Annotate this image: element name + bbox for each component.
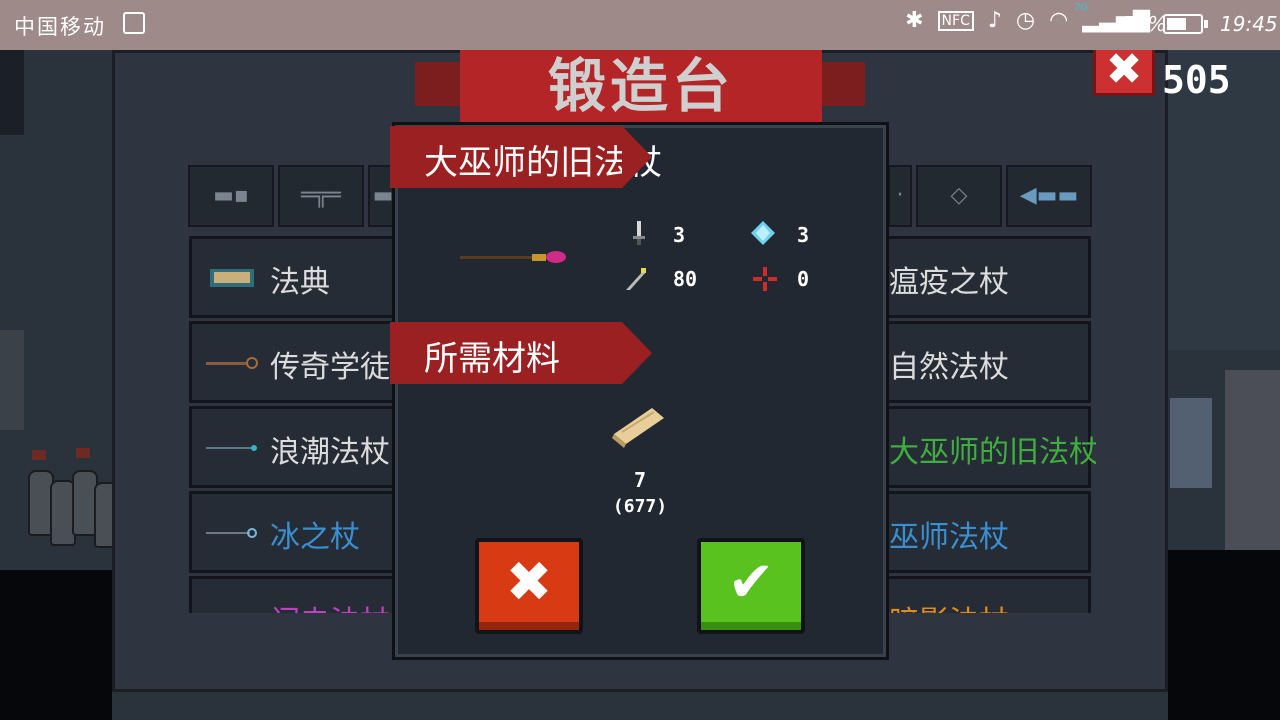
damage-value: 3 xyxy=(673,223,686,247)
fish-tab-icon: ◀▬▬ xyxy=(1019,183,1079,208)
cancel-button[interactable]: ✖ xyxy=(475,538,583,634)
crit-quill-icon xyxy=(626,268,646,290)
precision-value: 0 xyxy=(797,267,810,291)
banner-wing-right xyxy=(815,62,865,106)
list-item[interactable]: 大巫师的旧法杖 xyxy=(886,406,1096,488)
materials-heading: 所需材料 xyxy=(424,339,560,379)
weapon-name: 大巫师的旧法杖 xyxy=(424,143,662,183)
item-label: 瘟疫之杖 xyxy=(889,265,1009,300)
staff-sprite xyxy=(460,251,566,263)
bow-tab-icon: · xyxy=(896,183,904,208)
tank-valve xyxy=(76,448,90,458)
item-label: 大巫师的旧法杖 xyxy=(889,435,1096,470)
tab-rifle[interactable]: ═╦═ xyxy=(278,165,364,227)
item-label: 巫师法杖 xyxy=(889,520,1009,555)
forge-title-banner: 锻造台 xyxy=(415,50,865,126)
material-owned: (677) xyxy=(612,496,668,517)
carrier-name: 中国移动 xyxy=(14,15,106,39)
timber-material-icon xyxy=(612,408,664,448)
tab-shuriken[interactable]: ◇ xyxy=(916,165,1002,227)
list-item[interactable]: 暗影法杖 xyxy=(886,576,1091,613)
tab-fish[interactable]: ◀▬▬ xyxy=(1006,165,1092,227)
network-badge: 2G xyxy=(1074,2,1089,13)
item-label: 闪电法杖 xyxy=(270,597,390,613)
tank-valve xyxy=(32,450,46,460)
status-bar: 中国移动 ✱ NFC ♪ ◷ ◠ ▂▃▅▇ 2G 58% 19:45 xyxy=(0,0,1280,50)
close-icon: ✖ xyxy=(505,550,553,615)
apprentice-staff-icon xyxy=(206,357,258,369)
item-label: 传奇学徒 xyxy=(270,350,390,385)
forge-title: 锻造台 xyxy=(547,52,734,120)
checkmark-icon: ✔ xyxy=(727,550,775,615)
banner-wing-left xyxy=(415,62,465,106)
coin-count: 505 xyxy=(1162,58,1231,102)
tab-pistol[interactable]: ▬▪ xyxy=(188,165,274,227)
battery-tip xyxy=(1204,20,1208,28)
floor-shadow xyxy=(0,570,112,720)
energy-value: 3 xyxy=(797,223,810,247)
close-button[interactable]: ✖ xyxy=(1093,48,1155,96)
confirm-button[interactable]: ✔ xyxy=(697,538,805,634)
wall-block xyxy=(0,50,24,135)
crit-value: 80 xyxy=(673,267,698,291)
craft-dialog xyxy=(392,122,889,660)
battery-fill xyxy=(1167,18,1186,30)
item-label: 冰之杖 xyxy=(270,520,360,555)
lightning-staff-icon xyxy=(204,607,260,613)
weapon-name-ribbon: 大巫师的旧法杖 xyxy=(390,126,662,188)
shuriken-tab-icon: ◇ xyxy=(950,183,968,208)
nfc-icon: NFC xyxy=(937,10,974,31)
item-label: 浪潮法杖 xyxy=(270,435,390,470)
crosshair-icon xyxy=(753,267,777,291)
floor-shadow xyxy=(1168,550,1280,720)
machine-panel xyxy=(1170,398,1212,488)
rifle-tab-icon: ═╦═ xyxy=(301,183,341,208)
clock: 19:45 xyxy=(1220,12,1278,36)
list-item[interactable]: 自然法杖 xyxy=(886,321,1091,403)
machine xyxy=(1225,370,1280,550)
mute-icon: ♪ xyxy=(987,8,1002,33)
sword-icon xyxy=(633,221,645,245)
codex-icon xyxy=(210,269,254,287)
list-item[interactable]: 瘟疫之杖 xyxy=(886,236,1091,318)
materials-ribbon: 所需材料 xyxy=(390,322,652,384)
material-required: 7 xyxy=(633,468,647,492)
battery-percent: 58% xyxy=(1122,12,1167,36)
bluetooth-icon: ✱ xyxy=(905,8,924,33)
image-icon xyxy=(123,12,145,34)
alarm-icon: ◷ xyxy=(1015,8,1036,33)
banner-center: 锻造台 xyxy=(460,50,822,126)
ice-staff-icon xyxy=(206,528,257,538)
list-item[interactable]: 巫师法杖 xyxy=(886,491,1091,573)
wall-block xyxy=(0,330,24,430)
item-label: 自然法杖 xyxy=(889,350,1009,385)
item-label: 暗影法杖 xyxy=(889,597,1009,613)
status-icons: ✱ NFC ♪ ◷ ◠ ▂▃▅▇ 2G xyxy=(905,2,1150,33)
item-label: 法典 xyxy=(270,265,330,300)
wifi-icon: ◠ xyxy=(1049,8,1069,33)
tab-bow[interactable]: · xyxy=(888,165,912,227)
tide-staff-icon xyxy=(206,445,257,451)
energy-crystal-icon xyxy=(751,221,775,245)
battery-icon xyxy=(1163,14,1203,34)
pistol-tab-icon: ▬▪ xyxy=(213,183,249,208)
